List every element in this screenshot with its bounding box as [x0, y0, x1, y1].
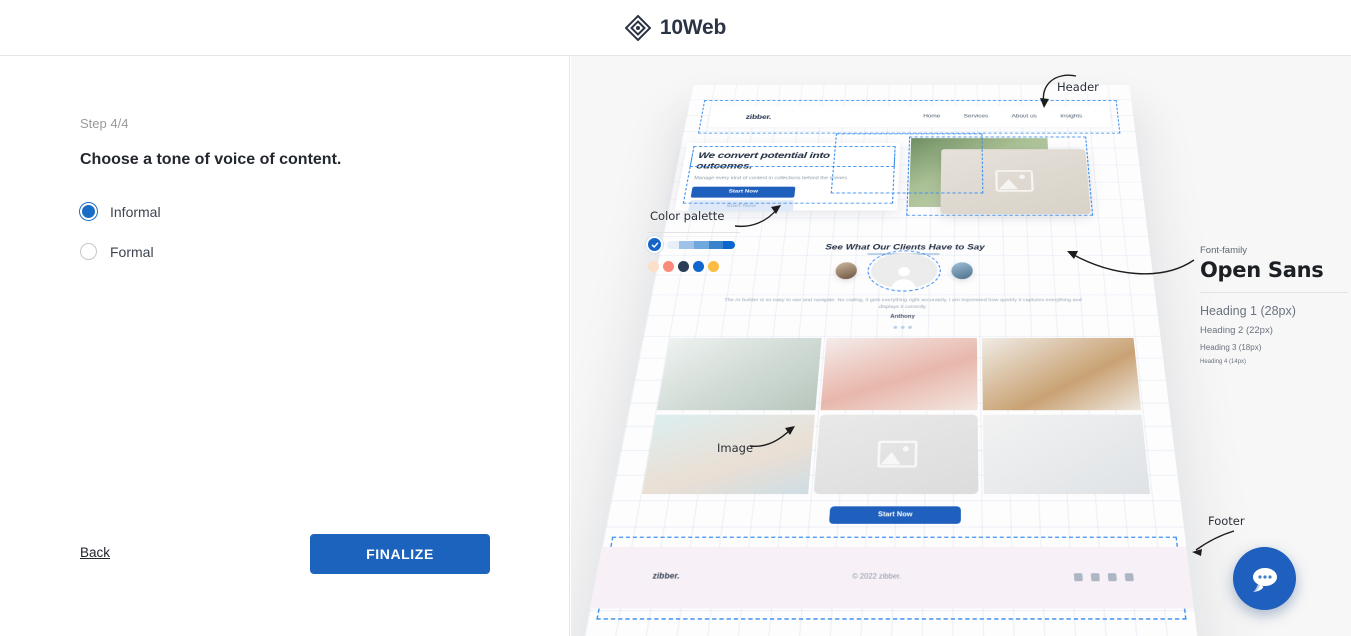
nav-link-insights[interactable]: Insights	[1060, 114, 1082, 119]
mockup-footer-social[interactable]	[1073, 573, 1134, 582]
mockup-nav-logo: zibber.	[745, 113, 772, 121]
mockup-hero-card: We convert potential into outcomes. Mana…	[674, 142, 901, 212]
top-bar: 10Web	[0, 0, 1351, 56]
diamond-logo-icon	[624, 14, 651, 41]
twitter-icon[interactable]	[1073, 573, 1083, 582]
mockup-cta-button[interactable]: Start Now	[828, 506, 961, 524]
swatch-navy[interactable]	[678, 261, 689, 272]
mockup-nav: zibber. Home Services About us Insights	[707, 106, 1112, 128]
radio-label-formal: Formal	[110, 243, 154, 260]
swatch-blue[interactable]	[693, 261, 704, 272]
font-sample-h1: Heading 1 (28px)	[1200, 304, 1296, 318]
color-palette-slider[interactable]	[648, 238, 735, 251]
radio-indicator-informal	[80, 203, 97, 220]
annotation-header-label: Header	[1057, 80, 1099, 94]
mockup-footer: zibber. © 2022 zibber.	[589, 546, 1194, 609]
mockup-hero-subtitle: Manage every kind of content in collecti…	[693, 175, 848, 181]
radio-option-formal[interactable]: Formal	[80, 243, 154, 260]
annotation-footer-label: Footer	[1208, 514, 1245, 528]
color-palette-swatches[interactable]	[648, 261, 719, 272]
radio-option-informal[interactable]: Informal	[80, 203, 161, 220]
font-family-name: Open Sans	[1200, 258, 1324, 282]
mockup-hero-cta[interactable]: Start Now	[690, 186, 796, 198]
color-palette-gradient[interactable]	[667, 240, 735, 249]
back-link[interactable]: Back	[80, 545, 110, 560]
color-palette-divider	[648, 232, 740, 233]
mockup-hero-title: We convert potential into outcomes.	[695, 150, 831, 171]
mockup-nav-links: Home Services About us Insights	[923, 114, 1082, 119]
mockup-hero-image-card	[940, 149, 1091, 214]
image-placeholder-icon	[877, 440, 918, 467]
radio-indicator-formal	[80, 243, 97, 260]
carousel-dots[interactable]	[645, 325, 1160, 329]
step-indicator: Step 4/4	[80, 116, 129, 131]
swatch-amber[interactable]	[708, 261, 719, 272]
nav-link-about-us[interactable]: About us	[1012, 114, 1037, 119]
finalize-button[interactable]: FINALIZE	[310, 534, 490, 574]
behance-icon[interactable]	[1124, 573, 1134, 582]
image-placeholder-icon	[995, 170, 1034, 192]
mail-icon[interactable]	[1090, 573, 1100, 582]
nav-link-services[interactable]: Services	[964, 114, 989, 119]
font-sample-h3: Heading 3 (18px)	[1200, 343, 1262, 352]
testimonial-avatar-left	[834, 262, 858, 280]
font-panel-divider	[1200, 292, 1348, 293]
mockup-gallery	[641, 337, 1151, 495]
swatch-coral[interactable]	[663, 261, 674, 272]
chat-widget-button[interactable]	[1233, 547, 1296, 610]
check-icon	[648, 238, 661, 251]
left-form-panel: Step 4/4 Choose a tone of voice of conte…	[0, 56, 570, 636]
font-family-kicker: Font-family	[1200, 245, 1247, 256]
mockup-testimonial-quote: The AI builder is so easy to use and nav…	[724, 297, 1083, 310]
nav-link-home[interactable]: Home	[923, 114, 940, 119]
chat-bubble-icon	[1252, 567, 1277, 592]
annotation-image-label: Image	[717, 441, 754, 455]
font-sample-h4: Heading 4 (14px)	[1200, 359, 1247, 365]
annotation-color-palette-label: Color palette	[650, 209, 725, 223]
font-sample-h2: Heading 2 (22px)	[1200, 325, 1273, 336]
dribbble-icon[interactable]	[1107, 573, 1117, 582]
gallery-cell	[656, 337, 822, 411]
mockup-footer-copyright: © 2022 zibber.	[851, 573, 902, 582]
page-title: Choose a tone of voice of content.	[80, 151, 342, 168]
gallery-cell	[820, 337, 979, 411]
brand-logo[interactable]: 10Web	[624, 14, 727, 41]
website-mockup: zibber. Home Services About us Insights …	[579, 84, 1201, 636]
brand-name: 10Web	[659, 15, 727, 39]
mockup-footer-logo: zibber.	[651, 573, 680, 582]
gallery-cell-selected	[813, 414, 979, 495]
gallery-cell	[983, 414, 1151, 495]
swatch-cream[interactable]	[648, 261, 659, 272]
radio-label-informal: Informal	[110, 203, 161, 220]
mockup-testimonial-author: Anthony	[890, 313, 915, 320]
testimonial-avatar-right	[951, 262, 973, 280]
testimonial-avatar-selection	[866, 250, 942, 292]
font-family-panel: Font-family Open Sans Heading 1 (28px) H…	[1200, 245, 1350, 365]
gallery-cell	[982, 337, 1142, 411]
